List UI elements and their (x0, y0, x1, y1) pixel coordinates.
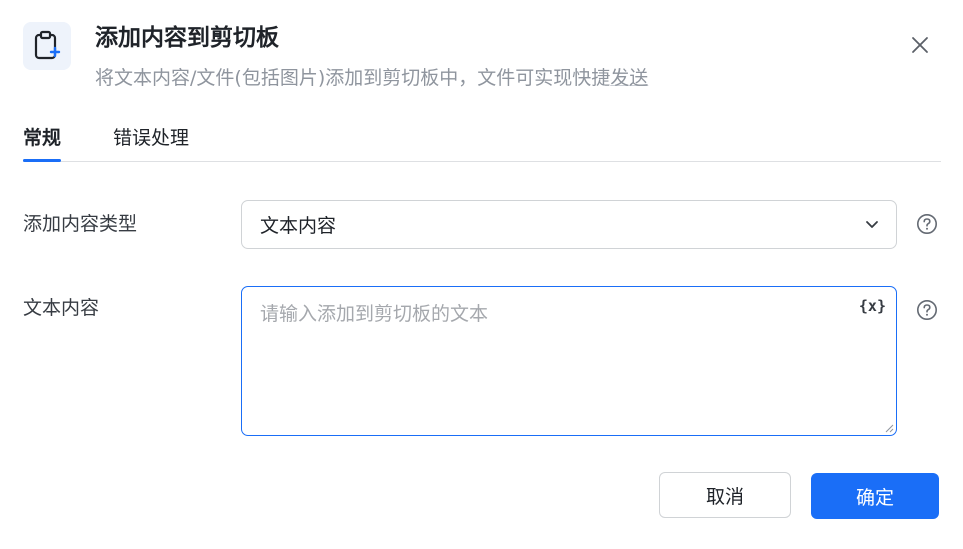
tab-general[interactable]: 常规 (23, 124, 62, 162)
clipboard-add-icon (23, 22, 71, 70)
variable-insert-icon[interactable]: {x} (859, 297, 886, 315)
text-content-textarea[interactable]: 请输入添加到剪切板的文本 {x} (241, 286, 897, 436)
text-content-placeholder: 请输入添加到剪切板的文本 (260, 303, 489, 325)
confirm-button[interactable]: 确定 (811, 473, 939, 519)
tab-error-handling[interactable]: 错误处理 (113, 124, 189, 152)
chevron-down-icon (866, 221, 878, 228)
subtitle-text: 将文本内容/文件(包括图片)添加到剪切板中，文件可实现快捷 (95, 67, 611, 89)
text-content-label: 文本内容 (23, 297, 100, 319)
dialog: 添加内容到剪切板 将文本内容/文件(包括图片)添加到剪切板中，文件可实现快捷发送… (0, 0, 963, 549)
content-type-value: 文本内容 (260, 215, 337, 237)
subtitle-link[interactable]: 发送 (610, 67, 648, 89)
help-icon[interactable] (916, 299, 938, 321)
dialog-subtitle: 将文本内容/文件(包括图片)添加到剪切板中，文件可实现快捷发送 (95, 64, 648, 92)
close-icon (912, 37, 928, 53)
content-type-select[interactable]: 文本内容 (241, 200, 897, 249)
resize-handle-icon[interactable] (884, 423, 894, 433)
dialog-title: 添加内容到剪切板 (95, 25, 279, 51)
close-button[interactable] (905, 30, 935, 60)
cancel-button[interactable]: 取消 (659, 472, 791, 518)
content-type-label: 添加内容类型 (23, 213, 138, 235)
tab-bar: 常规 错误处理 (23, 120, 941, 162)
help-icon[interactable] (916, 213, 938, 235)
